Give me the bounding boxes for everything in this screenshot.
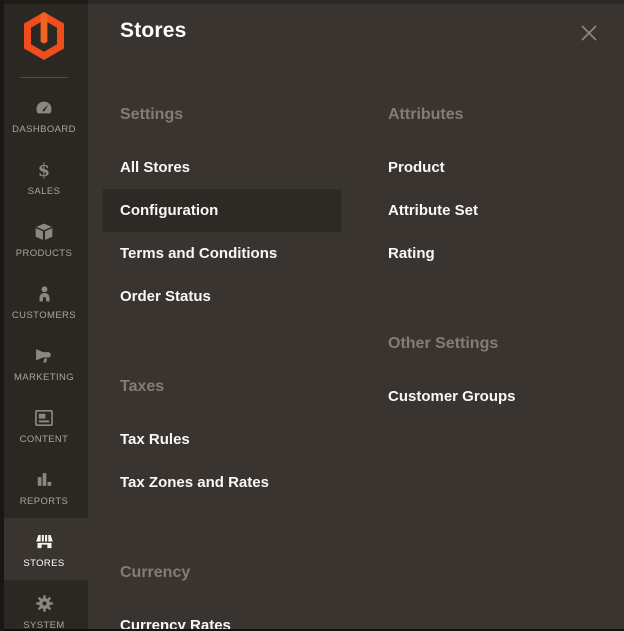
menu-section-attributes: Attributes ProductAttribute SetRating	[371, 106, 609, 275]
sidebar-item-customers[interactable]: CUSTOMERS	[0, 270, 88, 332]
menu-item-currency-rates[interactable]: Currency Rates	[103, 604, 341, 631]
sidebar-item-marketing[interactable]: MARKETING	[0, 332, 88, 394]
section-heading: Taxes	[103, 378, 341, 396]
dashboard-gauge-icon	[33, 96, 55, 120]
sidebar-item-label: CUSTOMERS	[12, 310, 76, 321]
sidebar-item-label: DASHBOARD	[12, 124, 76, 135]
menu-item-tax-zones-and-rates[interactable]: Tax Zones and Rates	[103, 461, 341, 504]
sidebar-item-sales[interactable]: $ SALES	[0, 146, 88, 208]
menu-item-configuration[interactable]: Configuration	[103, 189, 341, 232]
menu-item-product[interactable]: Product	[371, 146, 609, 189]
flyout-title: Stores	[120, 19, 187, 43]
section-heading: Other Settings	[371, 335, 609, 353]
left-edge-shadow	[0, 0, 4, 631]
sidebar-item-label: PRODUCTS	[16, 248, 73, 259]
close-button[interactable]	[578, 22, 600, 44]
customers-person-icon	[35, 282, 54, 306]
sidebar-item-label: STORES	[23, 558, 64, 569]
sidebar-item-dashboard[interactable]: DASHBOARD	[0, 84, 88, 146]
flyout-column-left: Settings All StoresConfigurationTerms and…	[103, 106, 341, 631]
menu-item-attribute-set[interactable]: Attribute Set	[371, 189, 609, 232]
menu-section-taxes: Taxes Tax RulesTax Zones and Rates	[103, 378, 341, 504]
content-layout-icon	[33, 406, 55, 430]
top-edge-shadow	[0, 0, 624, 4]
reports-barchart-icon	[35, 468, 54, 492]
sidebar-item-content[interactable]: CONTENT	[0, 394, 88, 456]
menu-section-currency: Currency Currency Rates	[103, 564, 341, 631]
sidebar-item-stores[interactable]: STORES	[0, 518, 88, 580]
menu-item-order-status[interactable]: Order Status	[103, 275, 341, 318]
sidebar-item-label: CONTENT	[20, 434, 69, 445]
menu-section-other-settings: Other Settings Customer Groups	[371, 335, 609, 418]
menu-item-all-stores[interactable]: All Stores	[103, 146, 341, 189]
stores-flyout-panel: Stores Settings All StoresConfigurationTe…	[88, 0, 624, 631]
admin-sidebar: DASHBOARD $ SALES PRODUCTS CUSTOMERS MARKETIN…	[0, 0, 88, 631]
products-box-icon	[33, 220, 55, 244]
flyout-columns: Settings All StoresConfigurationTerms and…	[103, 106, 609, 631]
marketing-megaphone-icon	[33, 344, 55, 368]
sales-dollar-icon: $	[34, 158, 54, 182]
sidebar-item-label: REPORTS	[20, 496, 69, 507]
sidebar-item-label: MARKETING	[14, 372, 74, 383]
sidebar-item-label: SALES	[28, 186, 61, 197]
stores-storefront-icon	[33, 530, 56, 554]
sidebar-item-reports[interactable]: REPORTS	[0, 456, 88, 518]
magento-admin-window: Stores Settings All StoresConfigurationTe…	[0, 0, 624, 631]
sidebar-nav: DASHBOARD $ SALES PRODUCTS CUSTOMERS MARKETIN…	[0, 84, 88, 631]
flyout-column-right: Attributes ProductAttribute SetRating Othe…	[371, 106, 609, 631]
section-heading: Settings	[103, 106, 341, 124]
menu-section-settings: Settings All StoresConfigurationTerms and…	[103, 106, 341, 318]
sidebar-divider	[20, 77, 68, 78]
logo-block[interactable]	[0, 0, 88, 80]
menu-item-terms-and-conditions[interactable]: Terms and Conditions	[103, 232, 341, 275]
close-x-icon	[578, 31, 600, 48]
system-gear-icon	[34, 592, 55, 616]
menu-item-tax-rules[interactable]: Tax Rules	[103, 418, 341, 461]
menu-item-rating[interactable]: Rating	[371, 232, 609, 275]
section-heading: Attributes	[371, 106, 609, 124]
menu-item-customer-groups[interactable]: Customer Groups	[371, 375, 609, 418]
svg-text:$: $	[38, 160, 50, 180]
section-heading: Currency	[103, 564, 341, 582]
sidebar-item-system[interactable]: SYSTEM	[0, 580, 88, 631]
magento-logo	[22, 12, 66, 60]
sidebar-item-products[interactable]: PRODUCTS	[0, 208, 88, 270]
